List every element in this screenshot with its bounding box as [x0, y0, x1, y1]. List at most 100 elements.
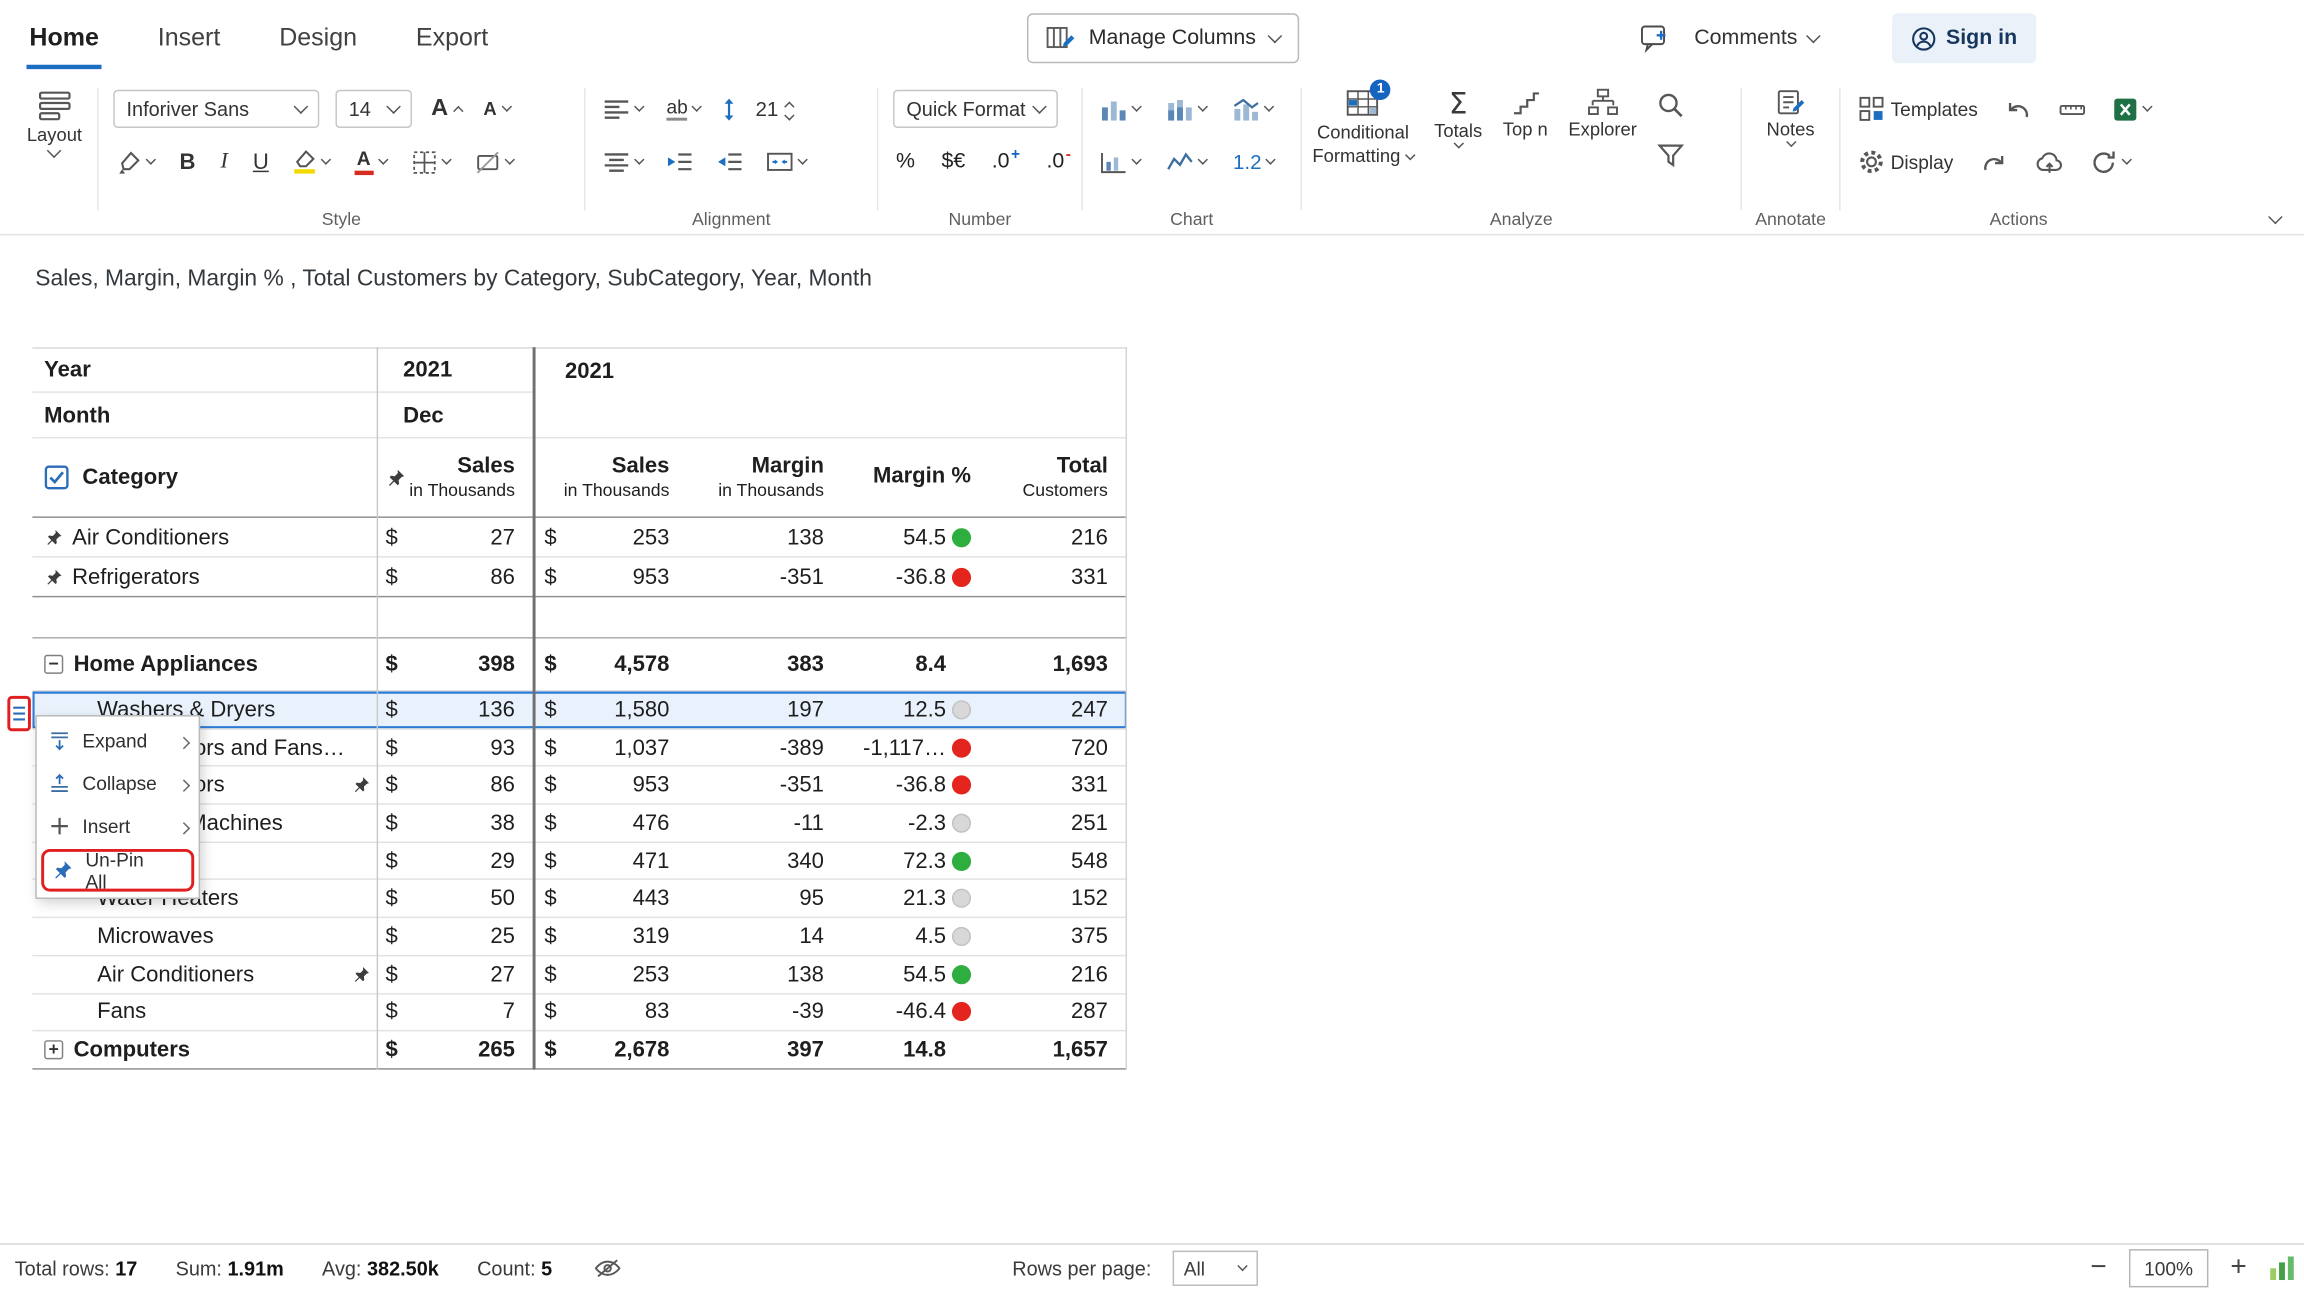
context-menu-item[interactable]: Un-Pin All	[41, 849, 194, 892]
number-display-button[interactable]: 1.2	[1230, 149, 1278, 175]
ribbon-tab[interactable]: Insert	[155, 0, 223, 77]
customers-cell: 331	[983, 558, 1127, 596]
search-button[interactable]	[1656, 91, 1684, 119]
filter-button[interactable]	[1656, 143, 1684, 169]
increase-decimals-button[interactable]: .0+	[989, 149, 1023, 175]
pinned-sales-value: 25	[490, 924, 515, 949]
wrap-text-button[interactable]: ab	[664, 95, 704, 122]
ribbon-tab[interactable]: Export	[413, 0, 491, 77]
margin-cell: -351	[687, 558, 839, 596]
display-label: Display	[1891, 151, 1954, 173]
manage-columns-button[interactable]: Manage Columns	[1027, 13, 1299, 63]
context-menu-item[interactable]: Expand	[37, 719, 199, 762]
table-row[interactable]: + Computers $ 265 $ 2,678 397 14.8 1,657	[32, 1032, 1127, 1070]
merge-cells-button[interactable]	[764, 150, 810, 174]
ruler-button[interactable]	[2056, 95, 2090, 123]
ribbon-tab[interactable]: Home	[26, 0, 101, 77]
undo-button[interactable]	[2001, 95, 2035, 123]
customers-cell: 375	[983, 918, 1127, 954]
format-painter-button[interactable]	[113, 148, 157, 176]
stacked-chart-icon	[1167, 98, 1193, 120]
horizontal-align-button[interactable]	[600, 97, 646, 121]
zoom-level[interactable]: 100%	[2129, 1249, 2208, 1287]
currency-format-button[interactable]: $€	[939, 149, 969, 175]
column-header[interactable]: Margin in Thousands	[687, 438, 839, 516]
table-row[interactable]: Microwaves $ 25 $ 319 14 4.5 375	[32, 918, 1127, 956]
table-row[interactable]: Fans $ 7 $ 83 -39 -46.4 287	[32, 994, 1127, 1032]
tab-label: Insert	[158, 24, 221, 53]
highlight-color-button[interactable]	[291, 149, 332, 175]
sign-in-button[interactable]: Sign in	[1892, 13, 2037, 63]
menu-item-label: Expand	[82, 730, 147, 752]
display-button[interactable]: Display	[1855, 147, 1956, 176]
explorer-button[interactable]: Explorer	[1558, 88, 1647, 140]
row-drag-handle[interactable]	[7, 696, 31, 731]
quick-format-select[interactable]: Quick Format	[893, 90, 1058, 128]
font-color-button[interactable]: A	[351, 147, 389, 176]
sparkline-button[interactable]	[1164, 149, 1210, 174]
column-header[interactable]: Sales in Thousands	[533, 438, 687, 516]
stepper-arrows[interactable]	[786, 99, 793, 120]
row-height-input[interactable]: 21	[755, 97, 793, 121]
pinned-column-header[interactable]: Sales in Thousands	[377, 438, 533, 516]
hide-stats-button[interactable]	[593, 1256, 622, 1280]
decrease-font-size-button[interactable]: A	[480, 97, 512, 121]
table-right-border	[1126, 347, 1127, 1069]
collapse-ribbon-button[interactable]	[2270, 216, 2280, 222]
row-expander-icon[interactable]: +	[44, 1040, 63, 1059]
currency-symbol: $	[385, 886, 397, 911]
notes-button[interactable]: Notes	[1756, 88, 1825, 146]
add-comment-button[interactable]	[1638, 24, 1670, 53]
rows-per-page-select[interactable]: All	[1172, 1251, 1257, 1286]
vertical-align-button[interactable]	[600, 150, 646, 174]
increase-indent-button[interactable]	[714, 150, 746, 174]
cloud-upload-icon	[2034, 149, 2063, 174]
top-n-button[interactable]: Top n	[1492, 88, 1558, 140]
cloud-upload-button[interactable]	[2031, 148, 2066, 176]
zoom-in-button[interactable]: +	[2230, 1252, 2246, 1284]
category-checkbox-icon[interactable]	[44, 465, 69, 490]
totals-button[interactable]: Σ Totals	[1424, 88, 1493, 147]
mini-chart-button[interactable]	[1098, 149, 1144, 174]
percent-format-button[interactable]: %	[893, 149, 918, 175]
category-header[interactable]: Category	[32, 438, 376, 516]
customers-value: 216	[1071, 525, 1108, 550]
export-excel-button[interactable]	[2110, 95, 2154, 123]
font-size-select[interactable]: 14	[335, 90, 412, 128]
comments-dropdown-button[interactable]: Comments	[1694, 26, 1818, 50]
borders-button[interactable]	[409, 148, 453, 176]
table-row[interactable]: Air Conditioners $ 27 $ 253 138 54.5 216	[32, 518, 1127, 558]
status-dot	[952, 965, 971, 984]
table-row[interactable]: − Home Appliances $ 398 $ 4,578 383 8.4 …	[32, 639, 1127, 692]
font-family-select[interactable]: Inforiver Sans	[113, 90, 319, 128]
clear-format-button[interactable]	[472, 148, 516, 176]
zoom-out-button[interactable]: −	[2090, 1252, 2106, 1284]
table-row[interactable]: Refrigerators $ 86 $ 953 -351 -36.8 331	[32, 558, 1127, 598]
stacked-chart-button[interactable]	[1164, 96, 1210, 121]
redo-button[interactable]	[1977, 148, 2011, 176]
row-height-value: 21	[755, 97, 778, 121]
templates-button[interactable]: Templates	[1855, 94, 1980, 123]
table-row[interactable]: Air Conditioners $ 27 $ 253 138 54.5 216	[32, 956, 1127, 994]
bold-button[interactable]: B	[177, 148, 199, 176]
underline-button[interactable]: U	[250, 148, 272, 176]
row-expander-icon[interactable]: −	[44, 655, 63, 674]
column-header[interactable]: Margin %	[839, 438, 983, 516]
combo-chart-button[interactable]	[1230, 96, 1276, 121]
context-menu-item[interactable]: Collapse	[37, 762, 199, 805]
conditional-formatting-button[interactable]: 1 Conditional Formatting	[1302, 88, 1424, 167]
bar-chart-button[interactable]	[1098, 96, 1144, 121]
margin-pct-cell: 54.5	[839, 518, 983, 556]
font-color-icon: A	[354, 149, 373, 175]
decrease-indent-button[interactable]	[664, 150, 696, 174]
increase-font-size-button[interactable]: A	[428, 94, 464, 123]
layout-button[interactable]: Layout	[27, 88, 82, 156]
decrease-decimals-button[interactable]: .0-	[1044, 149, 1074, 175]
ribbon-tab[interactable]: Design	[276, 0, 360, 77]
column-header[interactable]: Total Customers	[983, 438, 1127, 516]
italic-button[interactable]: I	[218, 148, 231, 176]
refresh-button[interactable]	[2087, 148, 2133, 176]
pinned-sales-cell: $ 86	[377, 558, 533, 596]
mini-chart-icon	[1101, 151, 1127, 173]
context-menu-item[interactable]: Insert	[37, 805, 199, 848]
